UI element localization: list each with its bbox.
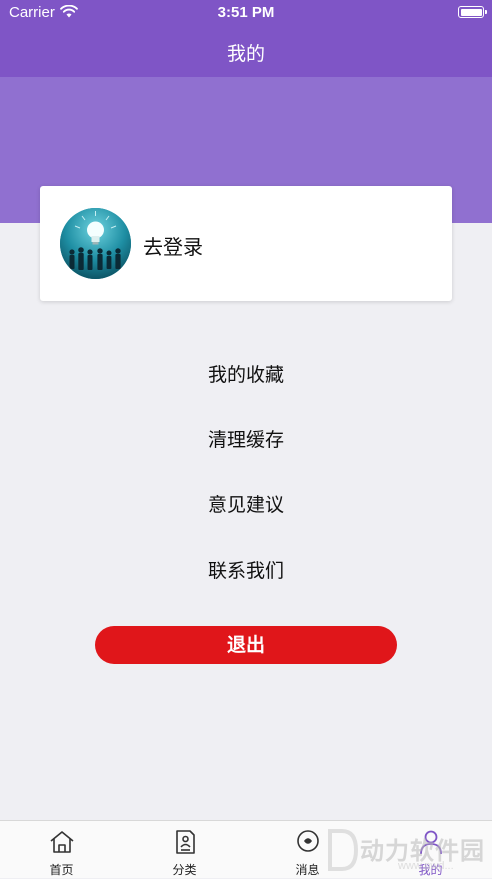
profile-icon <box>417 828 445 856</box>
menu-item-contact-us[interactable]: 联系我们 <box>0 556 492 586</box>
battery-icon <box>458 6 487 18</box>
logout-button[interactable]: 退出 <box>95 626 397 664</box>
category-icon <box>171 828 199 856</box>
tab-label-messages: 消息 <box>295 863 320 877</box>
tab-label-mine: 我的 <box>418 863 443 877</box>
page-title: 我的 <box>226 43 265 65</box>
navigation-bar: 我的 <box>0 26 492 77</box>
tab-category[interactable]: 分类 <box>123 821 246 879</box>
tab-messages[interactable]: 消息 <box>246 821 369 879</box>
tab-label-category: 分类 <box>172 863 197 877</box>
clock: 3:51 PM <box>217 4 275 21</box>
status-bar: Carrier 3:51 PM <box>0 0 492 26</box>
avatar <box>60 208 131 279</box>
login-label: 去登录 <box>143 235 203 259</box>
menu-item-favorites[interactable]: 我的收藏 <box>0 360 492 390</box>
login-card[interactable]: 去登录 <box>40 186 452 301</box>
home-icon <box>48 828 76 856</box>
tab-label-home: 首页 <box>49 863 74 877</box>
message-icon <box>294 828 322 856</box>
menu-item-clear-cache[interactable]: 清理缓存 <box>0 425 492 455</box>
tab-bar: 首页 分类 消息 我的 <box>0 820 492 878</box>
menu-item-feedback[interactable]: 意见建议 <box>0 490 492 520</box>
tab-mine[interactable]: 我的 <box>369 821 492 879</box>
tab-home[interactable]: 首页 <box>0 821 123 879</box>
